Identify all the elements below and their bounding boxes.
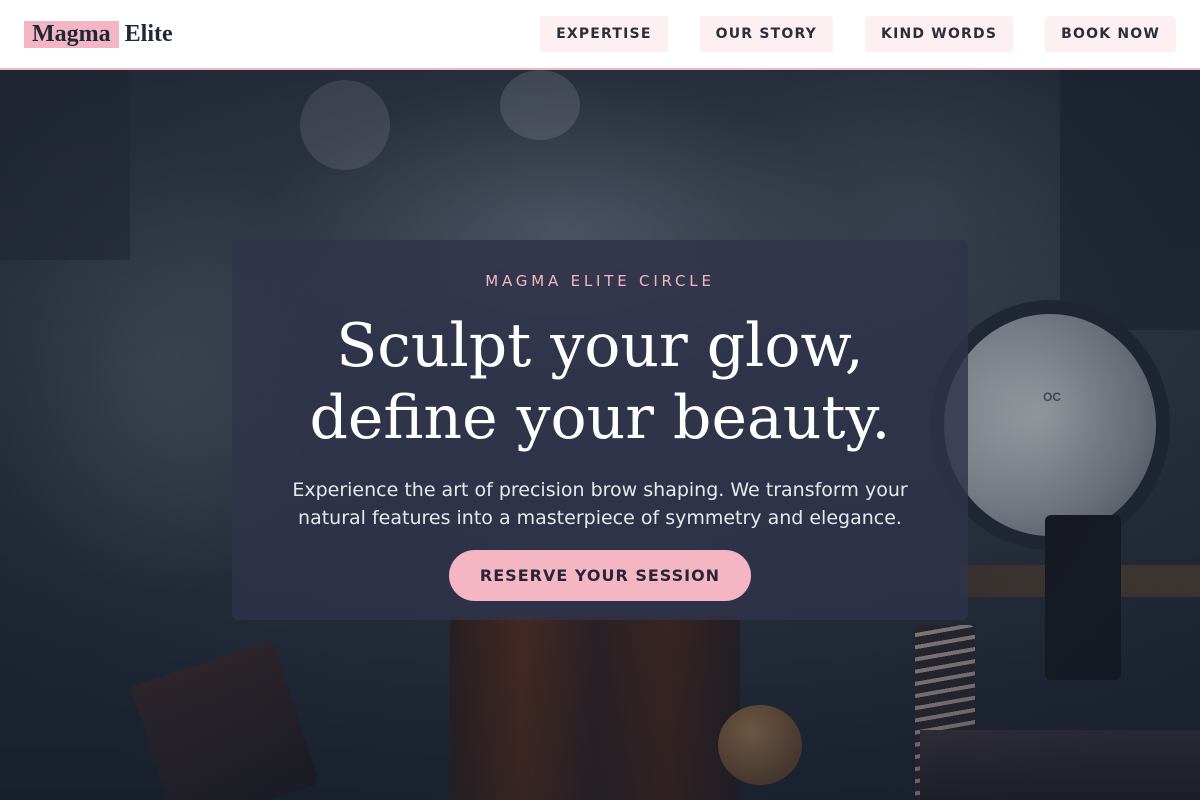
hero-headline: Sculpt your glow, define your beauty. [232, 310, 968, 454]
hero-description: Experience the art of precision brow sha… [272, 476, 928, 532]
nav-book-now-button[interactable]: BOOK NOW [1045, 16, 1176, 52]
logo-highlight-text: Magma [24, 20, 119, 48]
hero-card: MAGMA ELITE CIRCLE Sculpt your glow, def… [232, 240, 968, 620]
reserve-session-button[interactable]: RESERVE YOUR SESSION [449, 550, 751, 601]
hero-description-line-1: Experience the art of precision brow sha… [292, 479, 908, 501]
brand-logo[interactable]: Magma Elite [24, 19, 173, 49]
main-nav: EXPERTISE OUR STORY KIND WORDS BOOK NOW [540, 16, 1176, 52]
hero-description-line-2: natural features into a masterpiece of s… [298, 507, 902, 529]
nav-expertise-button[interactable]: EXPERTISE [540, 16, 668, 52]
hero-headline-line-1: Sculpt your glow, [336, 311, 864, 381]
nav-kind-words-button[interactable]: KIND WORDS [865, 16, 1014, 52]
site-header: Magma Elite EXPERTISE OUR STORY KIND WOR… [0, 0, 1200, 70]
nav-our-story-button[interactable]: OUR STORY [699, 16, 834, 52]
logo-rest-text: Elite [124, 20, 173, 47]
hero-headline-line-2: define your beauty. [309, 383, 891, 453]
hero-eyebrow: MAGMA ELITE CIRCLE [485, 272, 715, 290]
